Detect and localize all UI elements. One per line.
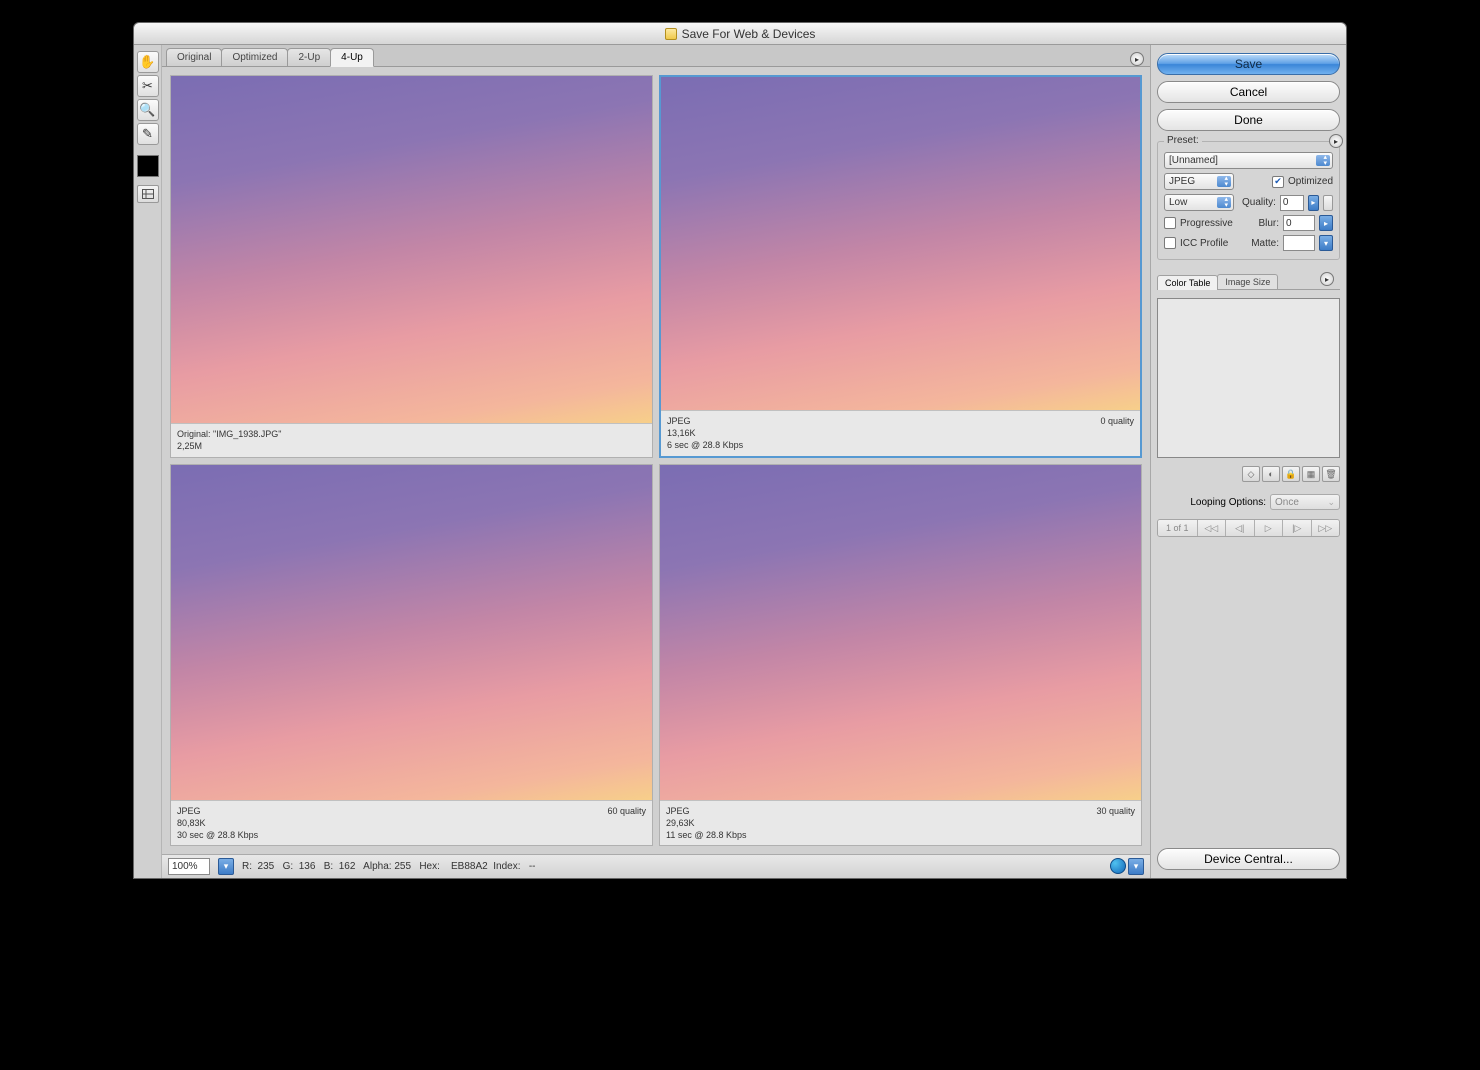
preview-panel-3[interactable]: JPEG 29,63K 11 sec @ 28.8 Kbps 30 qualit… bbox=[659, 464, 1142, 847]
animation-controls: 1 of 1 ◁◁ ◁| ▷ |▷ ▷▷ bbox=[1157, 519, 1340, 537]
color-table bbox=[1157, 298, 1340, 458]
zoom-field[interactable]: 100% bbox=[168, 858, 210, 875]
tab-2up[interactable]: 2-Up bbox=[287, 48, 331, 66]
preview-size: 13,16K bbox=[667, 427, 743, 439]
quality-label: Quality: bbox=[1242, 197, 1276, 208]
preset-dropdown[interactable]: [Unnamed]▴▾ bbox=[1164, 152, 1333, 169]
ct-trash-icon[interactable]: 🗑 bbox=[1322, 466, 1340, 482]
preview-panel-2[interactable]: JPEG 80,83K 30 sec @ 28.8 Kbps 60 qualit… bbox=[170, 464, 653, 847]
matte-label: Matte: bbox=[1251, 238, 1279, 249]
tab-4up[interactable]: 4-Up bbox=[330, 48, 374, 67]
preview-format: JPEG bbox=[666, 805, 747, 817]
preview-size: 29,63K bbox=[666, 817, 747, 829]
cancel-button[interactable]: Cancel bbox=[1157, 81, 1340, 103]
preview-size: 80,83K bbox=[177, 817, 258, 829]
last-frame-icon[interactable]: ▷▷ bbox=[1312, 520, 1340, 536]
preview-time: 6 sec @ 28.8 Kbps bbox=[667, 439, 743, 451]
slice-select-tool-icon[interactable]: ✂ bbox=[137, 75, 159, 97]
ct-lock-icon[interactable]: 🔒 bbox=[1282, 466, 1300, 482]
blur-slider-icon[interactable]: ▸ bbox=[1319, 215, 1333, 231]
preview-format: JPEG bbox=[177, 805, 258, 817]
quality-mask-icon[interactable] bbox=[1323, 195, 1333, 211]
tab-optimized[interactable]: Optimized bbox=[221, 48, 288, 66]
tool-strip: ✋ ✂ 🔍 ✎ bbox=[134, 45, 162, 878]
progressive-label: Progressive bbox=[1180, 218, 1233, 229]
tab-color-table[interactable]: Color Table bbox=[1157, 275, 1218, 290]
preview-panel-original[interactable]: Original: "IMG_1938.JPG" 2,25M bbox=[170, 75, 653, 458]
preset-label: Preset: bbox=[1164, 135, 1202, 146]
preview-grid: Original: "IMG_1938.JPG" 2,25M JPEG 13,1… bbox=[162, 67, 1150, 854]
blur-label: Blur: bbox=[1258, 218, 1279, 229]
device-central-button[interactable]: Device Central... bbox=[1157, 848, 1340, 870]
color-table-buttons: ◇ ◐ 🔒 ▦ 🗑 bbox=[1157, 466, 1340, 482]
first-frame-icon[interactable]: ◁◁ bbox=[1198, 520, 1227, 536]
save-for-web-window: Save For Web & Devices ✋ ✂ 🔍 ✎ Original … bbox=[133, 22, 1347, 879]
view-tabs: Original Optimized 2-Up 4-Up ▸ bbox=[162, 45, 1150, 67]
save-button[interactable]: Save bbox=[1157, 53, 1340, 75]
looping-dropdown[interactable]: Once bbox=[1270, 494, 1340, 510]
status-bar: 100% ▾ R: 235 G: 136 B: 162 Alpha: 255 H… bbox=[162, 854, 1150, 878]
subtabs: Color Table Image Size ▸ bbox=[1157, 272, 1340, 290]
settings-panel: Save Cancel Done Preset: ▸ [Unnamed]▴▾ J… bbox=[1150, 45, 1346, 878]
preview-quality: 60 quality bbox=[607, 805, 646, 841]
preview-format: Original: "IMG_1938.JPG" bbox=[177, 428, 281, 440]
preset-group: Preset: ▸ [Unnamed]▴▾ JPEG▴▾ ✔ Optimized bbox=[1157, 141, 1340, 260]
matte-dropdown-icon[interactable]: ▾ bbox=[1319, 235, 1333, 251]
blur-input[interactable]: 0 bbox=[1283, 215, 1315, 231]
preview-in-browser-icon[interactable] bbox=[1110, 858, 1126, 874]
quality-input[interactable]: 0 bbox=[1280, 195, 1304, 211]
looping-label: Looping Options: bbox=[1190, 497, 1266, 508]
preview-size: 2,25M bbox=[177, 440, 281, 452]
preset-flyout-icon[interactable]: ▸ bbox=[1329, 134, 1343, 148]
hand-tool-icon[interactable]: ✋ bbox=[137, 51, 159, 73]
preview-image bbox=[171, 465, 652, 800]
toggle-slices-icon[interactable] bbox=[137, 185, 159, 203]
window-title: Save For Web & Devices bbox=[682, 27, 816, 41]
preview-format: JPEG bbox=[667, 415, 743, 427]
titlebar: Save For Web & Devices bbox=[134, 23, 1346, 45]
zoom-tool-icon[interactable]: 🔍 bbox=[137, 99, 159, 121]
tab-original[interactable]: Original bbox=[166, 48, 222, 66]
browser-dropdown-icon[interactable]: ▾ bbox=[1128, 858, 1144, 875]
prev-frame-icon[interactable]: ◁| bbox=[1226, 520, 1255, 536]
eyedropper-tool-icon[interactable]: ✎ bbox=[137, 123, 159, 145]
matte-swatch[interactable] bbox=[1283, 235, 1315, 251]
play-icon[interactable]: ▷ bbox=[1255, 520, 1284, 536]
quality-slider-icon[interactable]: ▸ bbox=[1308, 195, 1318, 211]
subtab-flyout-icon[interactable]: ▸ bbox=[1320, 272, 1334, 286]
progressive-checkbox[interactable] bbox=[1164, 217, 1176, 229]
done-button[interactable]: Done bbox=[1157, 109, 1340, 131]
ct-shift-icon[interactable]: ◐ bbox=[1262, 466, 1280, 482]
optimized-label: Optimized bbox=[1288, 176, 1333, 187]
preview-image bbox=[171, 76, 652, 423]
preview-time: 30 sec @ 28.8 Kbps bbox=[177, 829, 258, 841]
zoom-dropdown-icon[interactable]: ▾ bbox=[218, 858, 234, 875]
tab-image-size[interactable]: Image Size bbox=[1217, 274, 1278, 289]
ct-new-icon[interactable]: ▦ bbox=[1302, 466, 1320, 482]
preview-image bbox=[661, 77, 1140, 410]
preview-image bbox=[660, 465, 1141, 800]
quality-preset-dropdown[interactable]: Low▴▾ bbox=[1164, 194, 1234, 211]
color-readout: R: 235 G: 136 B: 162 Alpha: 255 Hex: EB8… bbox=[242, 861, 536, 872]
preview-time: 11 sec @ 28.8 Kbps bbox=[666, 829, 747, 841]
preview-quality: 30 quality bbox=[1096, 805, 1135, 841]
frame-count: 1 of 1 bbox=[1158, 520, 1198, 536]
preview-panel-1[interactable]: JPEG 13,16K 6 sec @ 28.8 Kbps 0 quality bbox=[659, 75, 1142, 458]
ct-snap-icon[interactable]: ◇ bbox=[1242, 466, 1260, 482]
icc-label: ICC Profile bbox=[1180, 238, 1228, 249]
preview-flyout-icon[interactable]: ▸ bbox=[1130, 52, 1144, 66]
eyedropper-color-swatch[interactable] bbox=[137, 155, 159, 177]
format-dropdown[interactable]: JPEG▴▾ bbox=[1164, 173, 1234, 190]
next-frame-icon[interactable]: |▷ bbox=[1283, 520, 1312, 536]
icc-checkbox[interactable] bbox=[1164, 237, 1176, 249]
preview-quality: 0 quality bbox=[1100, 415, 1134, 451]
app-icon bbox=[665, 28, 677, 40]
optimized-checkbox[interactable]: ✔ bbox=[1272, 176, 1284, 188]
